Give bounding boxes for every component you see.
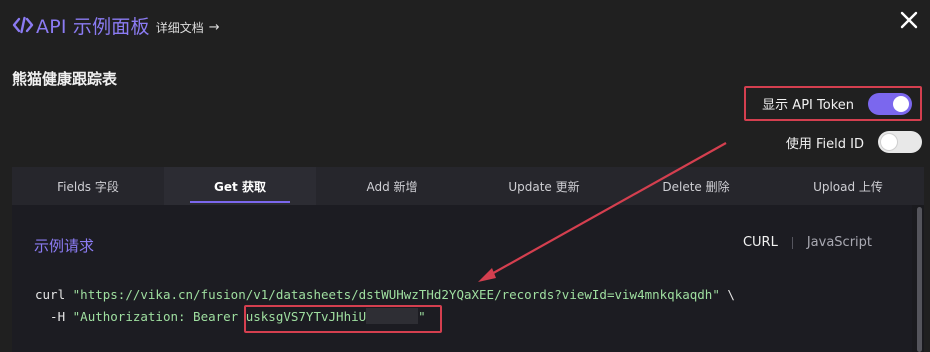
tab-delete[interactable]: Delete 删除 <box>620 167 772 205</box>
lang-curl[interactable]: CURL <box>743 235 778 250</box>
tab-upload[interactable]: Upload 上传 <box>772 167 924 205</box>
field-id-label: 使用 Field ID <box>785 136 864 152</box>
tab-add[interactable]: Add 新增 <box>316 167 468 205</box>
code-cmd: curl <box>35 287 73 302</box>
lang-javascript[interactable]: JavaScript <box>807 235 872 250</box>
tab-label: Delete 删除 <box>662 179 730 194</box>
tab-label: Update 更新 <box>508 179 580 194</box>
field-id-switch[interactable] <box>878 131 922 153</box>
redacted-token <box>366 308 419 324</box>
language-switch: CURL JavaScript <box>743 235 872 250</box>
panel-header: API 示例面板 详细文档 → <box>12 10 220 40</box>
close-icon[interactable] <box>898 9 920 31</box>
panel-title: API 示例面板 <box>36 15 150 38</box>
switch-knob <box>893 95 909 112</box>
lang-divider <box>791 236 793 249</box>
code-block: curl "https://vika.cn/fusion/v1/datashee… <box>35 284 735 328</box>
code-brackets-icon <box>12 15 34 35</box>
tab-label: Add 新增 <box>366 179 418 194</box>
method-tabs: Fields 字段 Get 获取 Add 新增 Update 更新 Delete… <box>12 167 924 205</box>
code-continuation: \ <box>719 287 735 302</box>
tab-label: Get 获取 <box>214 179 266 194</box>
example-request-title: 示例请求 <box>34 237 95 255</box>
tab-get[interactable]: Get 获取 <box>164 167 316 205</box>
example-content: 示例请求 CURL JavaScript <box>12 205 912 352</box>
show-token-toggle-row: 显示 API Token <box>744 86 922 121</box>
tab-fields[interactable]: Fields 字段 <box>12 167 164 205</box>
code-auth-header: "Authorization: Bearer usksgVS7YTvJHhiU <box>72 309 367 324</box>
docs-link-label: 详细文档 <box>155 20 204 35</box>
datasheet-name: 熊猫健康跟踪表 <box>12 70 118 88</box>
code-url: "https://vika.cn/fusion/v1/datasheets/ds… <box>72 287 720 302</box>
show-token-label: 显示 API Token <box>762 98 854 113</box>
tab-label: Fields 字段 <box>57 179 119 194</box>
arrow-right-icon: → <box>208 19 220 35</box>
code-header-flag: -H <box>35 309 73 324</box>
scrollbar[interactable] <box>917 207 922 352</box>
tab-label: Upload 上传 <box>813 179 883 194</box>
show-token-switch[interactable] <box>868 92 912 115</box>
tab-update[interactable]: Update 更新 <box>468 167 620 205</box>
docs-link[interactable]: 详细文档 → <box>156 19 220 36</box>
code-auth-end: " <box>418 309 426 324</box>
field-id-toggle-row: 使用 Field ID <box>786 129 924 155</box>
switch-knob <box>881 134 897 150</box>
